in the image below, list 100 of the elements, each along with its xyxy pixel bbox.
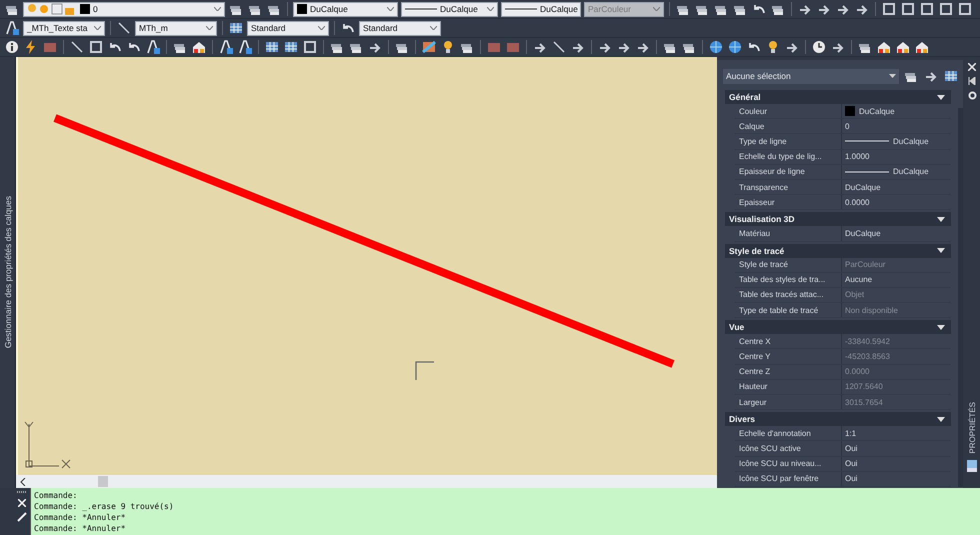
line-sample-icon [405,7,437,11]
caret-icon [214,7,221,11]
property-label: Epaisseur de ligne [735,164,842,179]
line-sample-icon [845,139,889,144]
property-value[interactable]: DuCalque [845,182,881,192]
caret-icon [889,74,896,78]
ucs-axis-icon [24,422,70,468]
property-label: Table des tracés attac... [735,288,842,302]
layer-dropdown[interactable]: 0 [23,2,225,16]
dropdown[interactable]: DuCalque [401,2,498,16]
property-value[interactable]: DuCalque [893,167,929,176]
property-label: Centre X [735,334,842,348]
chevron-left-icon[interactable] [20,478,26,486]
dropdown-value: _MTh_Texte sta [27,23,88,33]
caret-icon [206,26,213,30]
property-value[interactable]: 0.0000 [845,198,870,207]
house-icon[interactable] [191,39,207,55]
color-swatch-icon [297,4,307,14]
property-value[interactable]: Oui [845,444,858,453]
dropdown-value: ParCouleur [588,4,631,14]
property-label: Style de tracé [735,258,842,272]
square-frame-icon[interactable] [900,1,916,17]
corner-mark [415,361,434,380]
property-value[interactable]: 1.0000 [845,152,870,162]
house-icon[interactable] [876,39,892,55]
property-value[interactable]: DuCalque [845,228,881,238]
globe-icon[interactable] [708,39,724,55]
section-header[interactable]: Général [725,90,951,104]
house-icon[interactable] [914,39,930,55]
property-value[interactable]: 1:1 [845,428,856,438]
dropdown[interactable]: DuCalque [293,2,398,16]
palette-title[interactable]: PROPRIÉTÉS [968,402,976,454]
grip-icon[interactable] [17,491,27,494]
square-frame-icon[interactable] [919,1,935,17]
dropdown-value: 0 [93,4,98,14]
property-label: Calque [735,119,842,134]
diagonal-line-icon[interactable] [551,39,567,55]
square-frame-icon[interactable] [881,1,897,17]
square-frame-icon[interactable] [88,39,104,55]
dropdown[interactable]: _MTh_Texte sta [23,20,105,36]
section-header[interactable]: Vue [725,320,951,334]
caret-icon [387,7,394,11]
square-frame-icon[interactable] [957,1,973,17]
scroll-thumb[interactable] [98,476,108,487]
property-label: Table des styles de tra... [735,272,842,287]
settings-icon[interactable] [968,91,976,100]
property-label: Icône SCU active [735,441,842,456]
dropdown-value: Standard [363,23,398,33]
property-value[interactable]: DuCalque [859,106,895,116]
property-label: Icône SCU par fenêtre [735,472,842,486]
property-value[interactable]: Oui [845,459,858,468]
horizontal-scrollbar[interactable] [16,475,717,488]
section-header[interactable]: Style de tracé [725,244,951,258]
property-label: Icône SCU au niveau... [735,456,842,471]
section-header[interactable]: Divers [725,412,951,426]
caret-icon [653,7,660,11]
diagonal-line-icon[interactable] [69,39,85,55]
dropdown[interactable]: DuCalque [501,2,581,16]
color-swatch-icon [80,4,90,14]
property-label: Hauteur [735,380,842,394]
house-icon[interactable] [895,39,911,55]
property-label: Epaisseur [735,195,842,210]
dropdown-value: Standard [251,23,286,33]
table-icon[interactable] [283,39,299,55]
dropdown[interactable]: MTh_m [135,20,217,36]
line-sample-icon [845,170,889,174]
diagonal-line-icon[interactable] [116,20,132,36]
close-icon[interactable] [968,63,976,71]
property-label: Centre Y [735,349,842,364]
table-icon[interactable] [943,68,959,84]
property-label: Couleur [735,104,842,118]
property-label: Echelle d'annotation [735,426,842,440]
table-icon[interactable] [228,20,244,36]
property-value[interactable]: Oui [845,474,858,484]
square-frame-icon[interactable] [302,39,318,55]
property-value[interactable]: DuCalque [893,136,929,146]
globe-icon[interactable] [727,39,743,55]
caret-icon [318,26,325,30]
property-value[interactable]: Aucune [845,275,872,284]
collapse-caret-icon [937,248,945,253]
property-label: Centre Z [735,364,842,379]
property-label: Matériau [735,226,842,240]
command-line: Commande: *Annuler* [34,524,127,534]
dropdown-value: DuCalque [440,4,478,14]
selection-value: Aucune sélection [726,71,791,81]
property-value[interactable]: 0 [845,122,850,131]
table-icon[interactable] [264,39,280,55]
close-icon[interactable] [18,499,26,507]
command-line: Commande: _.erase 9 trouvé(s) [34,502,175,512]
dropdown[interactable]: Standard [359,20,441,36]
collapse-caret-icon [937,94,945,100]
square-frame-icon[interactable] [938,1,954,17]
property-label: Echelle du type de lig... [735,150,842,164]
dropdown[interactable]: Standard [247,20,329,36]
property-label: Type de table de tracé [735,303,842,318]
hatch-swatch-icon[interactable] [421,39,437,55]
selection-dropdown[interactable]: Aucune sélection [723,68,899,84]
info-icon[interactable] [4,39,20,55]
section-header[interactable]: Visualisation 3D [725,212,951,226]
clock-icon[interactable] [811,39,827,55]
